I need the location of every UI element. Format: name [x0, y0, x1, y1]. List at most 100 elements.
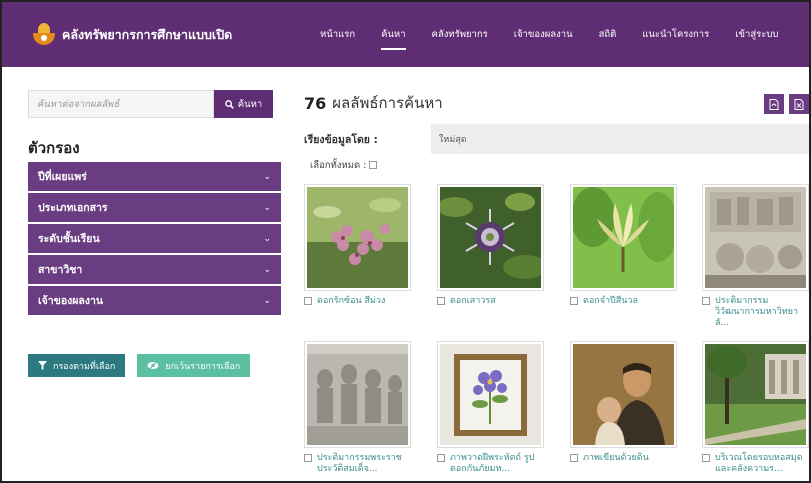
result-thumbnail[interactable] — [437, 184, 544, 291]
sort-select[interactable]: ใหม่สุด — [431, 124, 809, 154]
clear-selection-button[interactable]: ยกเว้นรายการเลือก — [137, 354, 251, 377]
refine-search-input[interactable] — [28, 90, 214, 118]
result-checkbox[interactable] — [437, 297, 445, 305]
royal-painting-thumbnail — [440, 344, 541, 445]
result-thumbnail[interactable] — [702, 341, 809, 448]
result-card: ภาพเขียนด้วยดิน — [570, 341, 677, 464]
result-checkbox[interactable] — [570, 297, 578, 305]
filter-year[interactable]: ปีที่เผยแพร่ ⌄ — [28, 162, 281, 193]
result-checkbox[interactable] — [304, 454, 312, 462]
export-pdf-button[interactable] — [764, 94, 784, 114]
result-card: บริเวณโดยรอบหอสมุดและคลังความร... — [702, 341, 809, 475]
export-buttons — [759, 94, 809, 114]
apply-filter-label: กรองตามที่เลือก — [53, 361, 116, 372]
filter-document-type-label: ประเภทเอกสาร — [38, 202, 108, 214]
sort-label: เรียงข้อมูลโดย : — [304, 133, 378, 146]
result-caption: ภาพเขียนด้วยดิน — [570, 453, 677, 464]
eye-slash-icon — [147, 361, 159, 370]
filter-subject-label: สาขาวิชา — [38, 264, 83, 276]
portrait-painting-thumbnail — [573, 344, 674, 445]
search-icon — [224, 99, 234, 109]
result-card: ดอกจำปีสีนวล — [570, 184, 677, 307]
results-count: 76 — [304, 93, 327, 113]
champak-flower-thumbnail — [573, 187, 674, 288]
result-caption: บริเวณโดยรอบหอสมุดและคลังความร... — [702, 453, 809, 475]
filter-grade-level[interactable]: ระดับชั้นเรียน ⌄ — [28, 224, 281, 255]
passion-flower-thumbnail — [440, 187, 541, 288]
chevron-down-icon: ⌄ — [263, 202, 271, 213]
result-thumbnail[interactable] — [570, 341, 677, 448]
nav-search[interactable]: ค้นหา — [381, 23, 406, 50]
filter-heading: ตัวกรอง — [28, 139, 80, 157]
results-header: 76 ผลลัพธ์การค้นหา — [304, 88, 809, 118]
result-card: ประติมากรรมพระราชประวัติสมเด็จ... — [304, 341, 411, 475]
result-caption: ประติมากรรม วิวัฒนาการมหาวิทยาลั... — [702, 296, 809, 329]
result-caption: ดอกรักซ้อน สีม่วง — [304, 296, 411, 307]
nav-home[interactable]: หน้าแรก — [320, 23, 355, 46]
filter-document-type[interactable]: ประเภทเอกสาร ⌄ — [28, 193, 281, 224]
nav-statistics[interactable]: สถิติ — [599, 23, 617, 46]
result-card: ประติมากรรม วิวัฒนาการมหาวิทยาลั... — [702, 184, 809, 329]
select-all-checkbox[interactable] — [369, 161, 378, 169]
nav-resources[interactable]: คลังทรัพยากร — [432, 23, 488, 46]
filter-grade-level-label: ระดับชั้นเรียน — [38, 233, 100, 245]
chevron-down-icon: ⌄ — [263, 295, 271, 306]
filter-owner-label: เจ้าของผลงาน — [38, 295, 104, 307]
apply-filter-button[interactable]: กรองตามที่เลือก — [28, 354, 126, 377]
main-nav: หน้าแรก ค้นหา คลังทรัพยากร เจ้าของผลงาน … — [320, 2, 778, 67]
result-caption: ดอกจำปีสีนวล — [570, 296, 677, 307]
result-title-link[interactable]: ภาพวาดฝีพระหัตถ์ รูปดอกกันภัยมห... — [450, 453, 544, 475]
brand-title: คลังทรัพยากรการศึกษาแบบเปิด — [62, 26, 233, 42]
result-title-link[interactable]: ดอกจำปีสีนวล — [583, 296, 638, 307]
pdf-file-icon — [769, 98, 779, 110]
export-excel-button[interactable] — [789, 94, 809, 114]
nav-about[interactable]: แนะนำโครงการ — [642, 23, 709, 46]
royal-relief-thumbnail — [307, 344, 408, 445]
select-all-label: เลือกทั้งหมด : — [310, 159, 367, 171]
result-thumbnail[interactable] — [304, 184, 411, 291]
result-title-link[interactable]: ประติมากรรม วิวัฒนาการมหาวิทยาลั... — [715, 296, 809, 329]
top-header: คลังทรัพยากรการศึกษาแบบเปิด หน้าแรก ค้นห… — [2, 2, 809, 67]
filter-subject[interactable]: สาขาวิชา ⌄ — [28, 255, 281, 286]
filter-owner[interactable]: เจ้าของผลงาน ⌄ — [28, 286, 281, 317]
nav-owners[interactable]: เจ้าของผลงาน — [514, 23, 573, 46]
result-title-link[interactable]: ดอกรักซ้อน สีม่วง — [317, 296, 385, 307]
result-title-link[interactable]: บริเวณโดยรอบหอสมุดและคลังความร... — [715, 453, 809, 475]
campus-grounds-thumbnail — [705, 344, 806, 445]
result-caption: ดอกเสาวรส — [437, 296, 544, 307]
brand-link[interactable]: คลังทรัพยากรการศึกษาแบบเปิด — [32, 22, 233, 47]
result-checkbox[interactable] — [437, 454, 445, 462]
result-thumbnail[interactable] — [304, 341, 411, 448]
select-all-row: เลือกทั้งหมด : — [310, 158, 809, 172]
result-thumbnail[interactable] — [702, 184, 809, 291]
chevron-down-icon: ⌄ — [263, 264, 271, 275]
result-checkbox[interactable] — [702, 297, 710, 305]
result-title-link[interactable]: ดอกเสาวรส — [450, 296, 496, 307]
nav-login[interactable]: เข้าสู่ระบบ — [735, 23, 778, 46]
chevron-down-icon: ⌄ — [263, 233, 271, 244]
refine-search-button[interactable]: ค้นหา — [214, 90, 273, 118]
results-panel: 76 ผลลัพธ์การค้นหา เรียงข้อมูลโดย : ใหม่… — [304, 88, 809, 474]
funnel-icon — [38, 361, 47, 370]
result-title-link[interactable]: ภาพเขียนด้วยดิน — [583, 453, 649, 464]
filter-year-label: ปีที่เผยแพร่ — [38, 171, 87, 183]
result-card: ดอกเสาวรส — [437, 184, 544, 307]
result-checkbox[interactable] — [570, 454, 578, 462]
results-label: ผลลัพธ์การค้นหา — [332, 94, 443, 112]
result-thumbnail[interactable] — [570, 184, 677, 291]
pink-flowers-thumbnail — [307, 187, 408, 288]
result-caption: ประติมากรรมพระราชประวัติสมเด็จ... — [304, 453, 411, 475]
filter-actions: กรองตามที่เลือก ยกเว้นรายการเลือก — [28, 354, 281, 377]
clear-selection-label: ยกเว้นรายการเลือก — [165, 361, 241, 372]
result-thumbnail[interactable] — [437, 341, 544, 448]
result-checkbox[interactable] — [702, 454, 710, 462]
result-caption: ภาพวาดฝีพระหัตถ์ รูปดอกกันภัยมห... — [437, 453, 544, 475]
result-title-link[interactable]: ประติมากรรมพระราชประวัติสมเด็จ... — [317, 453, 411, 475]
excel-file-icon — [794, 98, 804, 110]
result-card: ภาพวาดฝีพระหัตถ์ รูปดอกกันภัยมห... — [437, 341, 544, 475]
relief-sculpture-thumbnail — [705, 187, 806, 288]
sort-row: เรียงข้อมูลโดย : ใหม่สุด — [304, 124, 809, 154]
result-checkbox[interactable] — [304, 297, 312, 305]
sidebar: ค้นหา ตัวกรอง ปีที่เผยแพร่ ⌄ ประเภทเอกสา… — [28, 90, 281, 377]
result-card: ดอกรักซ้อน สีม่วง — [304, 184, 411, 307]
